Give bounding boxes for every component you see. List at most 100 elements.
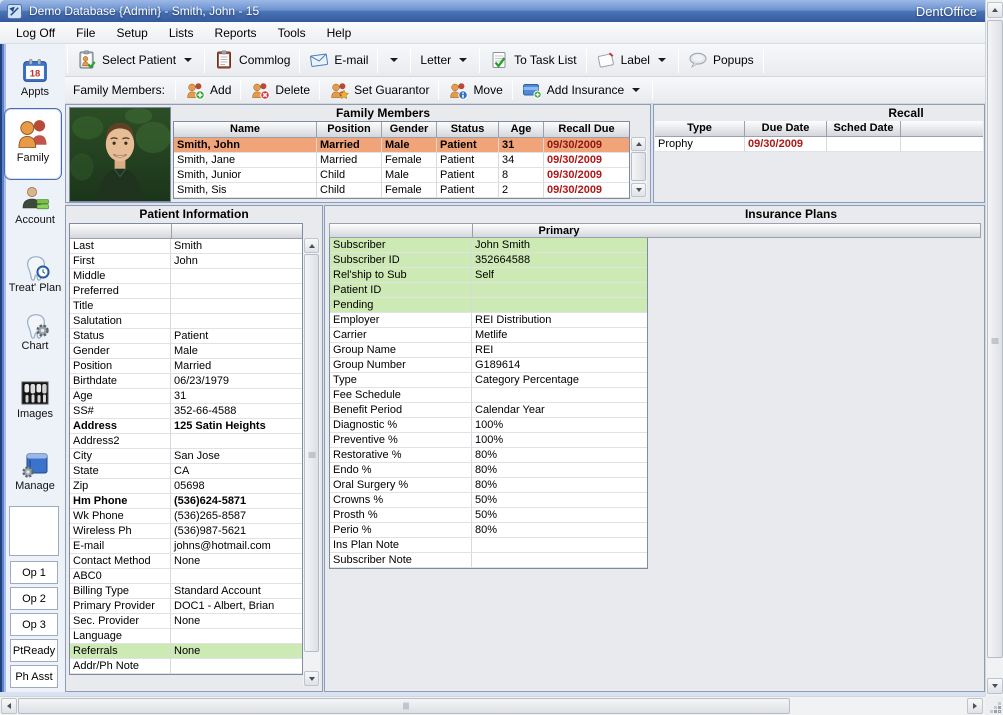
field-value[interactable] [472, 388, 647, 403]
family-member-row[interactable]: Smith, Jane Married Female Patient 34 09… [174, 153, 629, 168]
field-value[interactable]: Smith [171, 239, 302, 254]
field-value[interactable]: REI [472, 343, 647, 358]
patient-info-row[interactable]: Referrals None [70, 644, 302, 659]
cell-gender[interactable]: Male [382, 138, 437, 153]
select-patient-dropdown-arrow[interactable] [184, 58, 192, 62]
cell-age[interactable]: 2 [499, 183, 544, 198]
resize-grip[interactable] [985, 696, 1003, 715]
field-label[interactable]: Title [70, 299, 171, 314]
field-value[interactable]: None [171, 614, 302, 629]
field-value[interactable]: (536)987-5621 [171, 524, 302, 539]
field-label[interactable]: Subscriber Note [330, 553, 472, 568]
insurance-row[interactable]: Group Name REI [330, 343, 647, 358]
field-label[interactable]: Perio % [330, 523, 472, 538]
scroll-thumb[interactable] [631, 152, 646, 181]
sidebar-item-account[interactable]: Account [7, 184, 63, 226]
patient-info-row[interactable]: First John [70, 254, 302, 269]
insurance-row[interactable]: Rel'ship to Sub Self [330, 268, 647, 283]
op1-button[interactable]: Op 1 [10, 561, 58, 584]
insurance-row[interactable]: Crowns % 50% [330, 493, 647, 508]
field-label[interactable]: Crowns % [330, 493, 472, 508]
label-dropdown-arrow[interactable] [658, 58, 666, 62]
insurance-row[interactable]: Benefit Period Calendar Year [330, 403, 647, 418]
sidebar-item-family[interactable]: Family [4, 108, 62, 180]
patient-info-row[interactable]: Title [70, 299, 302, 314]
patient-info-row[interactable]: Address 125 Satin Heights [70, 419, 302, 434]
cell-position[interactable]: Married [317, 138, 382, 153]
recall-row[interactable]: Prophy 09/30/2009 [655, 137, 983, 152]
field-value[interactable]: REI Distribution [472, 313, 647, 328]
to-task-list-button[interactable]: To Task List [482, 48, 583, 72]
field-label[interactable]: Pending [330, 298, 472, 313]
insurance-row[interactable]: Perio % 80% [330, 523, 647, 538]
sidebar-item-treatplan[interactable]: Treat' Plan [7, 252, 63, 294]
field-label[interactable]: Preventive % [330, 433, 472, 448]
field-value[interactable]: 50% [472, 508, 647, 523]
cell-recall-due[interactable]: 09/30/2009 [544, 138, 629, 153]
field-label[interactable]: Language [70, 629, 171, 644]
scroll-right-button[interactable] [967, 698, 983, 714]
delete-member-button[interactable]: Delete [243, 78, 317, 102]
family-member-row[interactable]: Smith, Sis Child Female Patient 2 09/30/… [174, 183, 629, 198]
field-value[interactable]: 125 Satin Heights [171, 419, 302, 434]
cell-status[interactable]: Patient [437, 153, 499, 168]
insurance-row[interactable]: Patient ID [330, 283, 647, 298]
patient-info-row[interactable]: Preferred [70, 284, 302, 299]
insurance-row[interactable]: Subscriber Note [330, 553, 647, 568]
insurance-row[interactable]: Carrier Metlife [330, 328, 647, 343]
field-label[interactable]: Wk Phone [70, 509, 171, 524]
label-button[interactable]: Label [589, 48, 676, 72]
commlog-button[interactable]: Commlog [207, 48, 297, 72]
field-value[interactable]: Patient [171, 329, 302, 344]
phasst-button[interactable]: Ph Asst [10, 665, 58, 688]
sidebar-item-manage[interactable]: Manage [7, 450, 63, 492]
menu-item-reports[interactable]: Reports [213, 25, 259, 41]
field-label[interactable]: SS# [70, 404, 171, 419]
patient-info-row[interactable]: Addr/Ph Note [70, 659, 302, 674]
field-value[interactable]: Male [171, 344, 302, 359]
field-label[interactable]: Benefit Period [330, 403, 472, 418]
cell-recall-due[interactable]: 09/30/2009 [544, 168, 629, 183]
field-value[interactable]: Married [171, 359, 302, 374]
patient-info-row[interactable]: Middle [70, 269, 302, 284]
field-label[interactable]: Endo % [330, 463, 472, 478]
field-value[interactable] [171, 314, 302, 329]
field-value[interactable]: 352664588 [472, 253, 647, 268]
cell-position[interactable]: Child [317, 183, 382, 198]
field-value[interactable]: None [171, 644, 302, 659]
scroll-down-button[interactable] [304, 671, 319, 686]
patient-info-scrollbar[interactable] [303, 238, 320, 686]
family-member-row[interactable]: Smith, John Married Male Patient 31 09/3… [174, 138, 629, 153]
field-label[interactable]: Subscriber [330, 238, 472, 253]
insurance-row[interactable]: Employer REI Distribution [330, 313, 647, 328]
add-insurance-dropdown-arrow[interactable] [632, 88, 640, 92]
window-horizontal-scrollbar[interactable] [0, 696, 985, 715]
field-label[interactable]: Fee Schedule [330, 388, 472, 403]
field-value[interactable]: 80% [472, 463, 647, 478]
scroll-up-button[interactable] [304, 238, 319, 253]
cell-position[interactable]: Child [317, 168, 382, 183]
field-label[interactable]: Address2 [70, 434, 171, 449]
patient-info-row[interactable]: SS# 352-66-4588 [70, 404, 302, 419]
field-label[interactable]: Age [70, 389, 171, 404]
field-label[interactable]: Ins Plan Note [330, 538, 472, 553]
field-label[interactable]: City [70, 449, 171, 464]
insurance-row[interactable]: Prosth % 50% [330, 508, 647, 523]
patient-info-row[interactable]: Salutation [70, 314, 302, 329]
field-label[interactable]: Rel'ship to Sub [330, 268, 472, 283]
scroll-up-button[interactable] [987, 2, 1003, 18]
patient-info-row[interactable]: Primary Provider DOC1 - Albert, Brian [70, 599, 302, 614]
field-value[interactable] [171, 569, 302, 584]
insurance-row[interactable]: Fee Schedule [330, 388, 647, 403]
field-label[interactable]: Salutation [70, 314, 171, 329]
field-value[interactable] [171, 269, 302, 284]
insurance-row[interactable]: Type Category Percentage [330, 373, 647, 388]
patient-info-row[interactable]: ABC0 [70, 569, 302, 584]
patient-info-row[interactable]: Position Married [70, 359, 302, 374]
insurance-row[interactable]: Ins Plan Note [330, 538, 647, 553]
field-label[interactable]: Position [70, 359, 171, 374]
patient-info-row[interactable]: Last Smith [70, 239, 302, 254]
cell-gender[interactable]: Female [382, 183, 437, 198]
scroll-thumb[interactable] [304, 254, 319, 652]
field-value[interactable]: 80% [472, 523, 647, 538]
